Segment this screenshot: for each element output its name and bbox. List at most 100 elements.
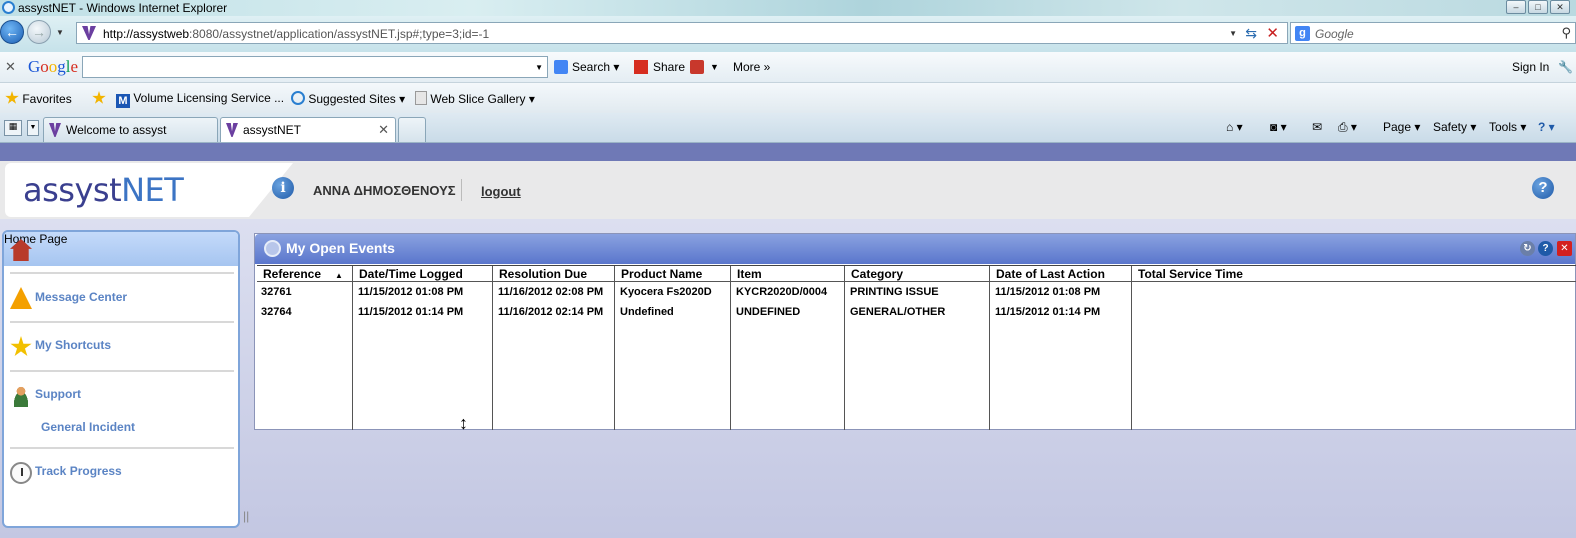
google-search-dropdown-icon[interactable]: ▼ [535, 63, 543, 72]
maximize-button[interactable]: □ [1528, 0, 1548, 14]
google-logo: Google [28, 57, 79, 76]
google-search-button[interactable]: Search ▾ [572, 60, 619, 74]
favorites-bar: Favorites M Volume Licensing Service ...… [0, 83, 1576, 113]
browser-search-input[interactable]: g Google ⚲ [1290, 22, 1576, 44]
nav-item-home-page[interactable]: Home Page [4, 232, 238, 266]
wrench-icon[interactable]: 🔧 [1558, 60, 1573, 74]
table-cell[interactable]: GENERAL/OTHER [846, 306, 945, 318]
nav-label: My Shortcuts [35, 338, 112, 352]
tab-bar: ▦ ▼ Welcome to assyst assystNET ✕ ⌂ ▾ ◙ … [0, 113, 1576, 143]
table-cell[interactable]: Undefined [616, 306, 674, 318]
minimize-button[interactable]: – [1506, 0, 1526, 14]
address-url[interactable]: http://assystweb:8080/assystnet/applicat… [103, 27, 489, 41]
nav-item-my-shortcuts[interactable]: My Shortcuts [4, 333, 238, 359]
sign-in-link[interactable]: Sign In [1512, 60, 1549, 74]
stop-icon[interactable]: ✕ [1266, 24, 1279, 42]
splitter-handle[interactable]: || [243, 509, 249, 523]
recent-pages-dropdown-icon[interactable]: ▼ [56, 28, 64, 37]
nav-item-track-progress[interactable]: Track Progress [4, 459, 238, 485]
more-button[interactable]: More » [733, 60, 770, 74]
nav-divider [10, 272, 234, 274]
nav-divider [10, 447, 234, 449]
quick-tabs-icon[interactable]: ▦ [4, 120, 22, 136]
header-divider [461, 179, 462, 201]
feeds-icon-button[interactable]: ◙ ▾ [1270, 120, 1287, 134]
favorite-suggested-sites[interactable]: Suggested Sites ▾ [291, 91, 405, 106]
print-icon-button[interactable]: ⎙ ▾ [1338, 120, 1357, 135]
column-header-resolution-due[interactable]: Resolution Due [493, 266, 587, 282]
column-header-product-name[interactable]: Product Name [615, 266, 702, 282]
close-toolbar-icon[interactable]: ✕ [5, 59, 16, 75]
nav-item-message-center[interactable]: Message Center [4, 284, 238, 310]
nav-label: Home Page [4, 232, 68, 246]
table-cell[interactable]: UNDEFINED [732, 306, 800, 318]
nav-label: Track Progress [35, 464, 122, 478]
table-cell[interactable]: 11/15/2012 01:14 PM [354, 306, 463, 318]
help-icon[interactable]: ? [1532, 177, 1554, 199]
share-icon [634, 60, 648, 74]
address-dropdown-icon[interactable]: ▼ [1229, 29, 1237, 38]
back-button[interactable]: ← [0, 20, 24, 44]
share-button[interactable]: Share [653, 60, 685, 74]
panel-refresh-icon[interactable]: ↻ [1520, 241, 1535, 256]
table-cell[interactable]: 32761 [257, 286, 292, 298]
favorites-button[interactable]: Favorites [5, 91, 72, 106]
nav-item-general-incident[interactable]: General Incident [4, 418, 238, 436]
tab-favicon-icon [226, 123, 238, 137]
nav-label: General Incident [41, 420, 136, 434]
search-placeholder: Google [1315, 27, 1354, 41]
table-cell[interactable]: 11/15/2012 01:14 PM [991, 306, 1100, 318]
column-header-item[interactable]: Item [731, 266, 762, 282]
panel-close-icon[interactable]: ✕ [1557, 241, 1572, 256]
panel-help-icon[interactable]: ? [1538, 241, 1553, 256]
address-input[interactable]: http://assystweb:8080/assystnet/applicat… [76, 22, 1288, 44]
add-favorite-icon[interactable] [92, 91, 106, 106]
translate-icon[interactable] [690, 60, 704, 74]
tools-menu[interactable]: Tools ▾ [1489, 120, 1526, 134]
panel-clock-icon [264, 240, 281, 257]
close-window-button[interactable]: ✕ [1550, 0, 1570, 14]
volume-licensing-icon: M [116, 94, 130, 108]
address-bar-row: ← → ▼ http://assystweb:8080/assystnet/ap… [0, 16, 1576, 52]
tab-welcome-to-assyst[interactable]: Welcome to assyst [43, 117, 218, 142]
table-cell[interactable]: 11/16/2012 02:14 PM [494, 306, 603, 318]
nav-divider [10, 321, 234, 323]
info-icon[interactable]: i [272, 177, 294, 199]
column-header-category[interactable]: Category [845, 266, 903, 282]
table-cell[interactable]: 11/16/2012 02:08 PM [494, 286, 603, 298]
column-header-date-logged[interactable]: Date/Time Logged [353, 266, 463, 282]
column-header-last-action[interactable]: Date of Last Action [990, 266, 1105, 282]
window-title-bar: assystNET - Windows Internet Explorer – … [0, 0, 1576, 16]
search-icon[interactable]: ⚲ [1561, 25, 1571, 41]
column-header-total-service-time[interactable]: Total Service Time [1132, 266, 1243, 282]
table-cell[interactable]: 11/15/2012 01:08 PM [354, 286, 463, 298]
close-tab-icon[interactable]: ✕ [378, 122, 389, 138]
page-menu[interactable]: Page ▾ [1383, 120, 1420, 134]
table-cell[interactable]: 11/15/2012 01:08 PM [991, 286, 1100, 298]
favorite-web-slice-gallery[interactable]: Web Slice Gallery ▾ [415, 91, 535, 106]
username-label: ΑΝΝΑ ΔΗΜΟΣΘΕΝΟΥΣ [313, 183, 456, 198]
translate-dropdown-icon[interactable]: ▼ [710, 62, 719, 72]
logout-link[interactable]: logout [481, 184, 521, 199]
forward-button[interactable]: → [27, 20, 51, 44]
refresh-icon[interactable]: ⇆ [1245, 25, 1257, 42]
ie-logo-icon [2, 1, 15, 14]
favorites-star-icon [5, 91, 19, 104]
nav-divider [10, 370, 234, 372]
safety-menu[interactable]: Safety ▾ [1433, 120, 1476, 134]
new-tab-button[interactable] [398, 117, 426, 142]
home-icon-button[interactable]: ⌂ ▾ [1226, 120, 1243, 134]
table-cell[interactable]: Kyocera Fs2020D [616, 286, 712, 298]
column-header-reference[interactable]: Reference ▲ [257, 266, 343, 282]
tab-assystnet[interactable]: assystNET ✕ [220, 117, 396, 142]
tab-list-dropdown-icon[interactable]: ▼ [27, 120, 39, 136]
table-cell[interactable]: 32764 [257, 306, 292, 318]
table-cell[interactable]: KYCR2020D/0004 [732, 286, 827, 298]
table-cell[interactable]: PRINTING ISSUE [846, 286, 939, 298]
favorite-volume-licensing[interactable]: M Volume Licensing Service ... [116, 91, 284, 108]
google-search-input[interactable]: ▼ [82, 56, 548, 78]
nav-item-support[interactable]: Support [4, 382, 238, 408]
clock-icon [10, 462, 32, 484]
browser-help-icon[interactable]: ? ▾ [1538, 120, 1555, 134]
read-mail-icon[interactable]: ✉ [1312, 120, 1322, 134]
